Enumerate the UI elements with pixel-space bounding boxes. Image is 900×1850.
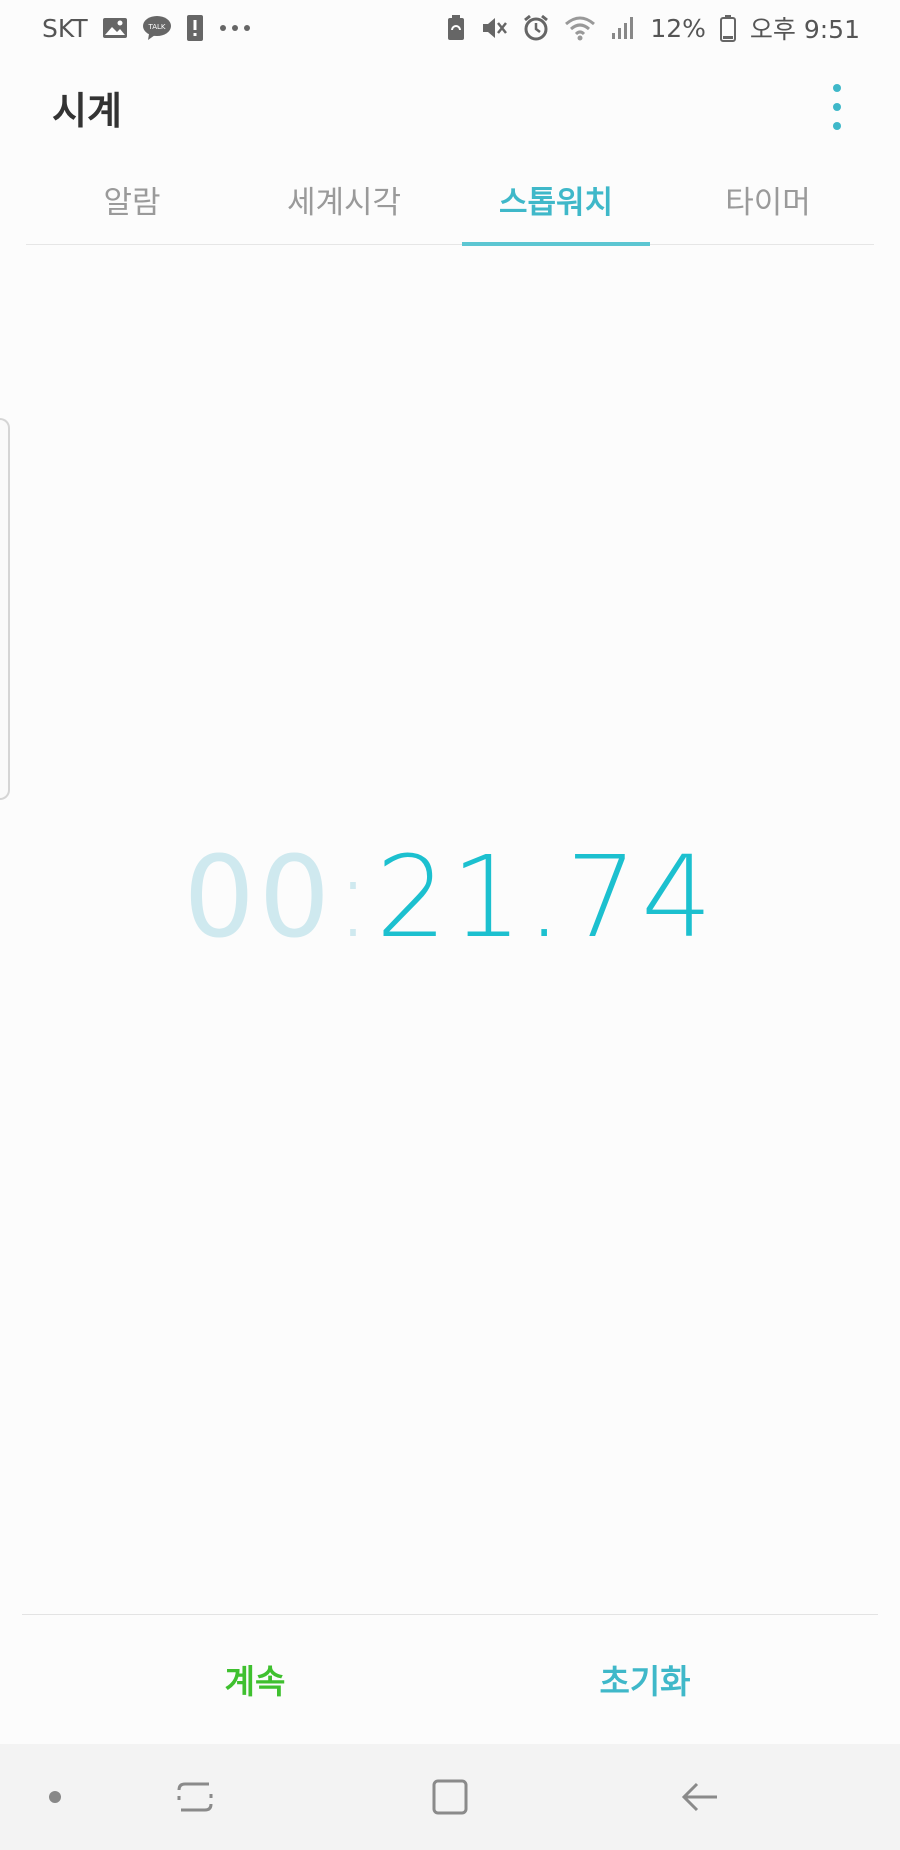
tab-timer[interactable]: 타이머 [662,170,874,244]
kakaotalk-icon: TALK [142,15,172,41]
alert-icon [186,14,204,42]
tab-alarm[interactable]: 알람 [26,170,238,244]
stopwatch-seconds: 21.74 [375,833,717,963]
status-bar: SKT TALK 12% 오후 9:51 [0,0,900,56]
gallery-icon [102,16,128,40]
recent-apps-icon[interactable] [160,1744,230,1850]
navigation-bar [0,1744,900,1850]
signal-icon [610,15,636,41]
stopwatch-minutes: 00 [183,833,335,963]
more-options-button[interactable] [822,84,852,130]
battery-percent: 12% [650,13,706,43]
back-icon[interactable] [665,1744,735,1850]
more-vert-icon [833,84,841,92]
status-bar-left: SKT TALK [42,14,252,43]
app-title: 시계 [52,89,122,133]
carrier-label: SKT [42,13,88,43]
tab-world-clock[interactable]: 세계시각 [238,170,450,244]
more-vert-icon-dot [833,122,841,130]
stopwatch-separator: : [334,833,376,963]
stopwatch-time: 00:21.74 [0,838,900,958]
wifi-icon [564,15,596,41]
edge-panel-handle[interactable] [0,418,10,800]
clock-time: 오후 9:51 [749,15,860,44]
svg-text:TALK: TALK [147,23,165,31]
continue-button[interactable]: 계속 [80,1650,430,1714]
bottom-divider [22,1614,878,1615]
dot-icon[interactable] [40,1744,70,1850]
battery-icon [719,14,736,42]
tab-stopwatch[interactable]: 스톱워치 [450,170,662,246]
more-vert-icon-dot [833,103,841,111]
reset-button[interactable]: 초기화 [470,1650,820,1714]
mute-icon [480,14,508,42]
battery-saver-icon [446,14,466,42]
home-icon[interactable] [415,1744,485,1850]
alarm-icon [522,14,550,42]
status-bar-right: 12% 오후 9:51 [446,10,860,46]
tab-bar: 알람 세계시각 스톱워치 타이머 [26,170,874,246]
more-notifications-icon [218,23,252,33]
